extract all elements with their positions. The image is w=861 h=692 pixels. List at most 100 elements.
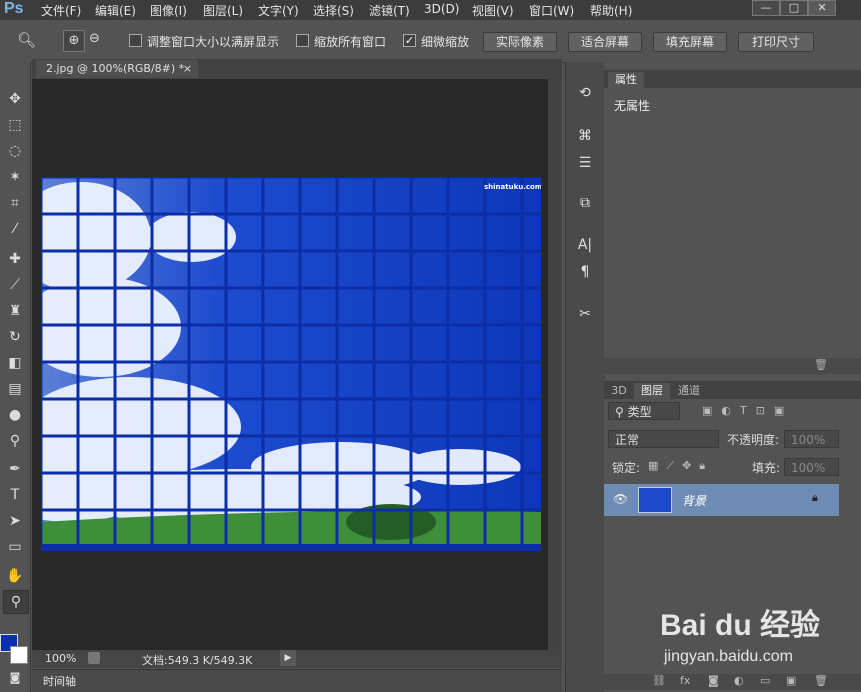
app-logo: Ps <box>4 0 24 17</box>
menu-layer[interactable]: 图层(L) <box>203 2 243 19</box>
dodge-tool-icon[interactable]: ⚲ <box>3 430 27 452</box>
menu-view[interactable]: 视图(V) <box>472 2 514 19</box>
type-tool-icon[interactable]: T <box>3 484 27 506</box>
eraser-tool-icon[interactable]: ◧ <box>3 352 27 374</box>
zoom-all-windows-checkbox[interactable] <box>296 34 309 47</box>
rectangle-tool-icon[interactable]: ▭ <box>3 536 27 558</box>
layers-panel: 3D 图层 通道 ⚲ 类型 ▣◐T⊡▣ 正常 不透明度: 100% 锁定: ▦⟋… <box>604 378 861 692</box>
lock-label: 锁定: <box>612 461 641 475</box>
properties-content: 无属性 <box>614 99 651 113</box>
adjustment-layer-icon[interactable]: ◐ <box>734 674 744 687</box>
close-tab-icon[interactable]: × <box>183 60 192 78</box>
lasso-tool-icon[interactable]: ◌ <box>3 140 27 162</box>
search-icon: ⚲ <box>615 405 628 419</box>
menu-edit[interactable]: 编辑(E) <box>95 2 136 19</box>
new-layer-icon[interactable]: ▣ <box>786 674 796 687</box>
zoom-out-icon[interactable]: ⊖ <box>89 31 100 46</box>
zoom-in-icon[interactable]: ⊕ <box>63 30 85 52</box>
tool-presets-icon[interactable]: ✂ <box>574 303 596 325</box>
fit-screen-button[interactable]: 适合屏幕 <box>568 32 642 52</box>
tab-layers[interactable]: 图层 <box>634 383 670 399</box>
tab-3d[interactable]: 3D <box>606 383 632 399</box>
zoom-tool-preset-icon[interactable]: 🔍︎ <box>17 31 36 49</box>
history-panel-icon[interactable]: ⟲ <box>574 82 596 104</box>
image-watermark: shinatuku.com <box>484 183 541 191</box>
eyedropper-tool-icon[interactable]: ⁄ <box>3 218 27 240</box>
delete-icon[interactable]: 🗑︎ <box>814 358 828 371</box>
zoom-tool-icon[interactable]: ⚲ <box>3 590 29 614</box>
pen-tool-icon[interactable]: ✒ <box>3 458 27 480</box>
clone-source-icon[interactable]: ⧉ <box>574 192 596 214</box>
timeline-label[interactable]: 时间轴 <box>43 673 76 689</box>
new-group-icon[interactable]: ▭ <box>760 674 770 687</box>
collapsed-panel-strip: ⟲ ⌘ ☰ ⧉ A| ¶ ✂ <box>565 62 605 692</box>
minimize-button[interactable]: — <box>752 0 780 16</box>
baidu-watermark-url: jingyan.baidu.com <box>664 648 793 665</box>
stamp-tool-icon[interactable]: ♜ <box>3 300 27 322</box>
hand-tool-icon[interactable]: ✋ <box>3 565 27 587</box>
close-button[interactable]: ✕ <box>808 0 836 16</box>
lock-icons[interactable]: ▦⟋✥🔒︎ <box>648 459 713 473</box>
menu-file[interactable]: 文件(F) <box>41 2 81 19</box>
menu-filter[interactable]: 滤镜(T) <box>369 2 410 19</box>
layer-filter-icons[interactable]: ▣◐T⊡▣ <box>702 404 793 417</box>
history-brush-tool-icon[interactable]: ↻ <box>3 326 27 348</box>
layers-tab-row: 3D 图层 通道 <box>604 381 861 399</box>
resize-windows-checkbox[interactable] <box>129 34 142 47</box>
vertical-scrollbar[interactable] <box>548 79 562 650</box>
scrubby-zoom-checkbox[interactable]: ✓ <box>403 34 416 47</box>
delete-layer-icon[interactable]: 🗑︎ <box>814 674 828 687</box>
properties-tab-row: 属性 <box>604 70 861 88</box>
properties-panel: 属性 无属性 🗑︎ <box>604 62 861 376</box>
visibility-eye-icon[interactable]: 👁︎ <box>613 492 628 506</box>
actual-pixels-button[interactable]: 实际像素 <box>483 32 557 52</box>
blur-tool-icon[interactable]: ● <box>3 404 27 426</box>
menu-select[interactable]: 选择(S) <box>313 2 354 19</box>
brush-preset-icon[interactable]: ⌘ <box>574 125 596 147</box>
scrubby-zoom-label: 细微缩放 <box>421 35 470 49</box>
magic-wand-tool-icon[interactable]: ✶ <box>3 166 27 188</box>
layers-footer: ⛓ fx ◙ ◐ ▭ ▣ 🗑︎ <box>604 674 861 690</box>
print-size-button[interactable]: 打印尺寸 <box>738 32 814 52</box>
menu-window[interactable]: 窗口(W) <box>529 2 574 19</box>
layer-name[interactable]: 背景 <box>682 492 706 509</box>
tab-channels[interactable]: 通道 <box>672 383 706 399</box>
gradient-tool-icon[interactable]: ▤ <box>3 378 27 400</box>
healing-brush-tool-icon[interactable]: ✚ <box>3 248 27 270</box>
status-info-icon[interactable] <box>88 652 100 664</box>
resize-windows-label: 调整窗口大小以满屏显示 <box>147 35 280 49</box>
crop-tool-icon[interactable]: ⌗ <box>3 192 27 214</box>
quick-mask-icon[interactable]: ◙ <box>3 667 27 689</box>
fill-screen-button[interactable]: 填充屏幕 <box>653 32 727 52</box>
zoom-all-windows-label: 缩放所有窗口 <box>314 35 387 49</box>
add-mask-icon[interactable]: ◙ <box>708 674 719 687</box>
link-layers-icon[interactable]: ⛓ <box>652 674 666 687</box>
fx-icon[interactable]: fx <box>680 674 690 687</box>
path-selection-tool-icon[interactable]: ➤ <box>3 510 27 532</box>
paragraph-panel-icon[interactable]: ¶ <box>574 261 596 283</box>
maximize-button[interactable]: □ <box>780 0 808 16</box>
image-content: shinatuku.com <box>41 177 541 551</box>
move-tool-icon[interactable]: ✥ <box>3 88 27 110</box>
tab-properties[interactable]: 属性 <box>608 72 644 88</box>
zoom-level[interactable]: 100% <box>45 652 76 665</box>
layer-filter-select[interactable]: ⚲ 类型 <box>608 402 680 420</box>
opacity-input[interactable]: 100% <box>784 430 839 448</box>
menu-help[interactable]: 帮助(H) <box>590 2 632 19</box>
menu-3d[interactable]: 3D(D) <box>424 2 459 16</box>
document-tab[interactable]: 2.jpg @ 100%(RGB/8#) * × <box>36 60 198 78</box>
fill-input[interactable]: 100% <box>784 458 839 476</box>
background-color-swatch[interactable] <box>10 646 28 664</box>
character-panel-icon[interactable]: A| <box>574 234 596 256</box>
timeline-panel: 时间轴 <box>32 669 562 692</box>
document-image[interactable]: shinatuku.com <box>41 177 541 551</box>
brush-tool-icon[interactable]: ⟋ <box>3 274 27 296</box>
marquee-tool-icon[interactable]: ⬚ <box>3 114 27 136</box>
layer-row-background[interactable]: 👁︎ 背景 🔒︎ <box>604 484 839 516</box>
blend-mode-select[interactable]: 正常 <box>608 430 719 448</box>
status-menu-arrow-icon[interactable]: ▶ <box>280 650 296 666</box>
menu-type[interactable]: 文字(Y) <box>258 2 299 19</box>
menu-image[interactable]: 图像(I) <box>150 2 187 19</box>
fill-label: 填充: <box>752 461 781 475</box>
adjustments-icon[interactable]: ☰ <box>574 152 596 174</box>
